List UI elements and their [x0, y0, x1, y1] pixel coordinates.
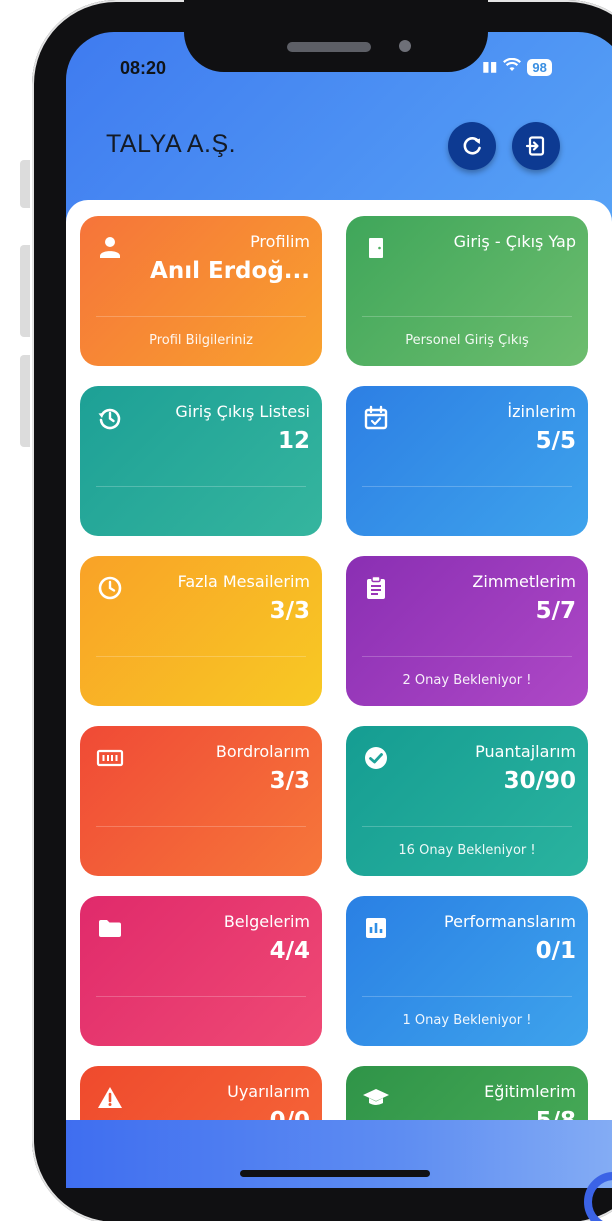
card-entry-exit[interactable]: Giriş - Çıkış Yap Personel Giriş Çıkış: [346, 216, 588, 366]
card-divider: [96, 316, 306, 317]
card-title: Uyarılarım: [227, 1082, 310, 1101]
card-value: 5/7: [535, 598, 576, 624]
card-entry-list[interactable]: Giriş Çıkış Listesi 12: [80, 386, 322, 536]
card-divider: [96, 996, 306, 997]
card-value: 0/0: [270, 1108, 310, 1120]
dashboard-content: Profilim Anıl Erdoğ... Profil Bilgilerin…: [66, 200, 612, 1120]
notch-speaker: [287, 42, 371, 52]
clipboard-icon: [362, 574, 390, 602]
phone-volume-down: [20, 355, 30, 447]
status-time: 08:20: [120, 58, 167, 78]
card-divider: [362, 826, 572, 827]
bottom-background: [66, 1120, 612, 1188]
card-title: Fazla Mesailerim: [177, 572, 310, 591]
card-divider: [362, 656, 572, 657]
card-divider: [96, 486, 306, 487]
calendar-icon: [362, 404, 390, 432]
device-stage: 08:20 ▮▮ 98 TALYA A.Ş. Profilim Anıl Erd…: [0, 0, 612, 1221]
check-circle-icon: [362, 744, 390, 772]
company-title: TALYA A.Ş.: [106, 130, 237, 158]
card-title: Bordrolarım: [215, 742, 310, 761]
card-performance[interactable]: Performanslarım 0/1 1 Onay Bekleniyor !: [346, 896, 588, 1046]
battery-indicator: 98: [527, 58, 552, 76]
logout-button[interactable]: [512, 122, 560, 170]
payroll-icon: [96, 744, 124, 772]
door-icon: [362, 234, 390, 262]
wifi-icon: [503, 57, 522, 76]
card-title: İzinlerim: [507, 402, 576, 421]
card-title: Profilim: [250, 232, 310, 251]
card-title: Giriş Çıkış Listesi: [175, 402, 310, 421]
card-value: 5/8: [536, 1108, 576, 1120]
card-title: Zimmetlerim: [472, 572, 576, 591]
card-assets[interactable]: Zimmetlerim 5/7 2 Onay Bekleniyor !: [346, 556, 588, 706]
card-divider: [96, 826, 306, 827]
home-indicator[interactable]: [240, 1170, 430, 1177]
card-divider: [96, 656, 306, 657]
card-leaves[interactable]: İzinlerim 5/5: [346, 386, 588, 536]
phone-mute-switch: [20, 160, 30, 208]
card-value: 3/3: [269, 768, 310, 794]
card-footer: 16 Onay Bekleniyor !: [398, 843, 536, 858]
card-title: Belgelerim: [223, 912, 310, 931]
card-overtime[interactable]: Fazla Mesailerim 3/3: [80, 556, 322, 706]
clock-icon: [96, 574, 124, 602]
phone-notch: [184, 0, 488, 72]
card-footer: 2 Onay Bekleniyor !: [402, 673, 532, 688]
graduation-cap-icon: [362, 1084, 390, 1112]
notch-camera: [399, 40, 411, 52]
history-icon: [96, 404, 124, 432]
card-value: 12: [277, 428, 310, 454]
folder-icon: [96, 914, 124, 942]
card-value: 30/90: [503, 768, 576, 794]
card-footer: 1 Onay Bekleniyor !: [402, 1013, 532, 1028]
card-trainings[interactable]: Eğitimlerim 5/8: [346, 1066, 588, 1120]
status-indicators: ▮▮ 98: [482, 57, 552, 76]
card-documents[interactable]: Belgelerim 4/4: [80, 896, 322, 1046]
card-title: Performanslarım: [444, 912, 576, 931]
signal-icon: ▮▮: [482, 59, 498, 75]
card-title: Puantajlarım: [475, 742, 576, 761]
card-value: 0/1: [535, 938, 576, 964]
card-divider: [362, 316, 572, 317]
card-footer: Personel Giriş Çıkış: [405, 333, 529, 348]
card-warnings[interactable]: Uyarılarım 0/0: [80, 1066, 322, 1120]
card-profile[interactable]: Profilim Anıl Erdoğ... Profil Bilgilerin…: [80, 216, 322, 366]
refresh-button[interactable]: [448, 122, 496, 170]
card-value: 5/5: [535, 428, 576, 454]
card-divider: [362, 486, 572, 487]
person-icon: [96, 234, 124, 262]
card-value: 3/3: [269, 598, 310, 624]
card-title: Giriş - Çıkış Yap: [453, 232, 576, 251]
card-timesheets[interactable]: Puantajlarım 30/90 16 Onay Bekleniyor !: [346, 726, 588, 876]
warning-icon: [96, 1084, 124, 1112]
logout-icon: [525, 136, 545, 156]
phone-volume-up: [20, 245, 30, 337]
card-footer: Profil Bilgileriniz: [149, 333, 253, 348]
bar-chart-icon: [362, 914, 390, 942]
card-payroll[interactable]: Bordrolarım 3/3: [80, 726, 322, 876]
card-title: Eğitimlerim: [484, 1082, 576, 1101]
card-divider: [362, 996, 572, 997]
card-value: Anıl Erdoğ...: [150, 258, 310, 284]
card-value: 4/4: [269, 938, 310, 964]
refresh-icon: [463, 136, 481, 155]
